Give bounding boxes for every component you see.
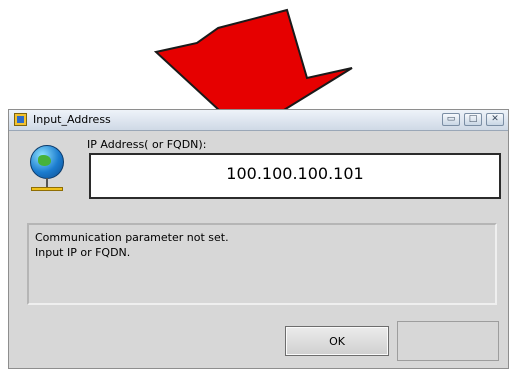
blank-button[interactable] xyxy=(397,321,499,361)
maximize-button[interactable]: □ xyxy=(464,113,482,126)
input-address-dialog: Input_Address ▭ □ ✕ IP Address( or FQDN)… xyxy=(8,109,509,369)
ip-address-input[interactable] xyxy=(89,153,501,199)
status-message-box: Communication parameter not set. Input I… xyxy=(27,223,497,305)
minimize-button[interactable]: ▭ xyxy=(442,113,460,126)
ok-button[interactable]: OK xyxy=(285,326,389,356)
message-line-2: Input IP or FQDN. xyxy=(35,246,131,259)
titlebar: Input_Address ▭ □ ✕ xyxy=(9,110,508,131)
message-line-1: Communication parameter not set. xyxy=(35,231,229,244)
window-title: Input_Address xyxy=(33,113,111,126)
app-icon xyxy=(14,113,27,126)
globe-icon xyxy=(30,145,64,179)
close-button[interactable]: ✕ xyxy=(486,113,504,126)
network-base xyxy=(31,187,63,191)
ip-address-label: IP Address( or FQDN): xyxy=(87,138,207,151)
